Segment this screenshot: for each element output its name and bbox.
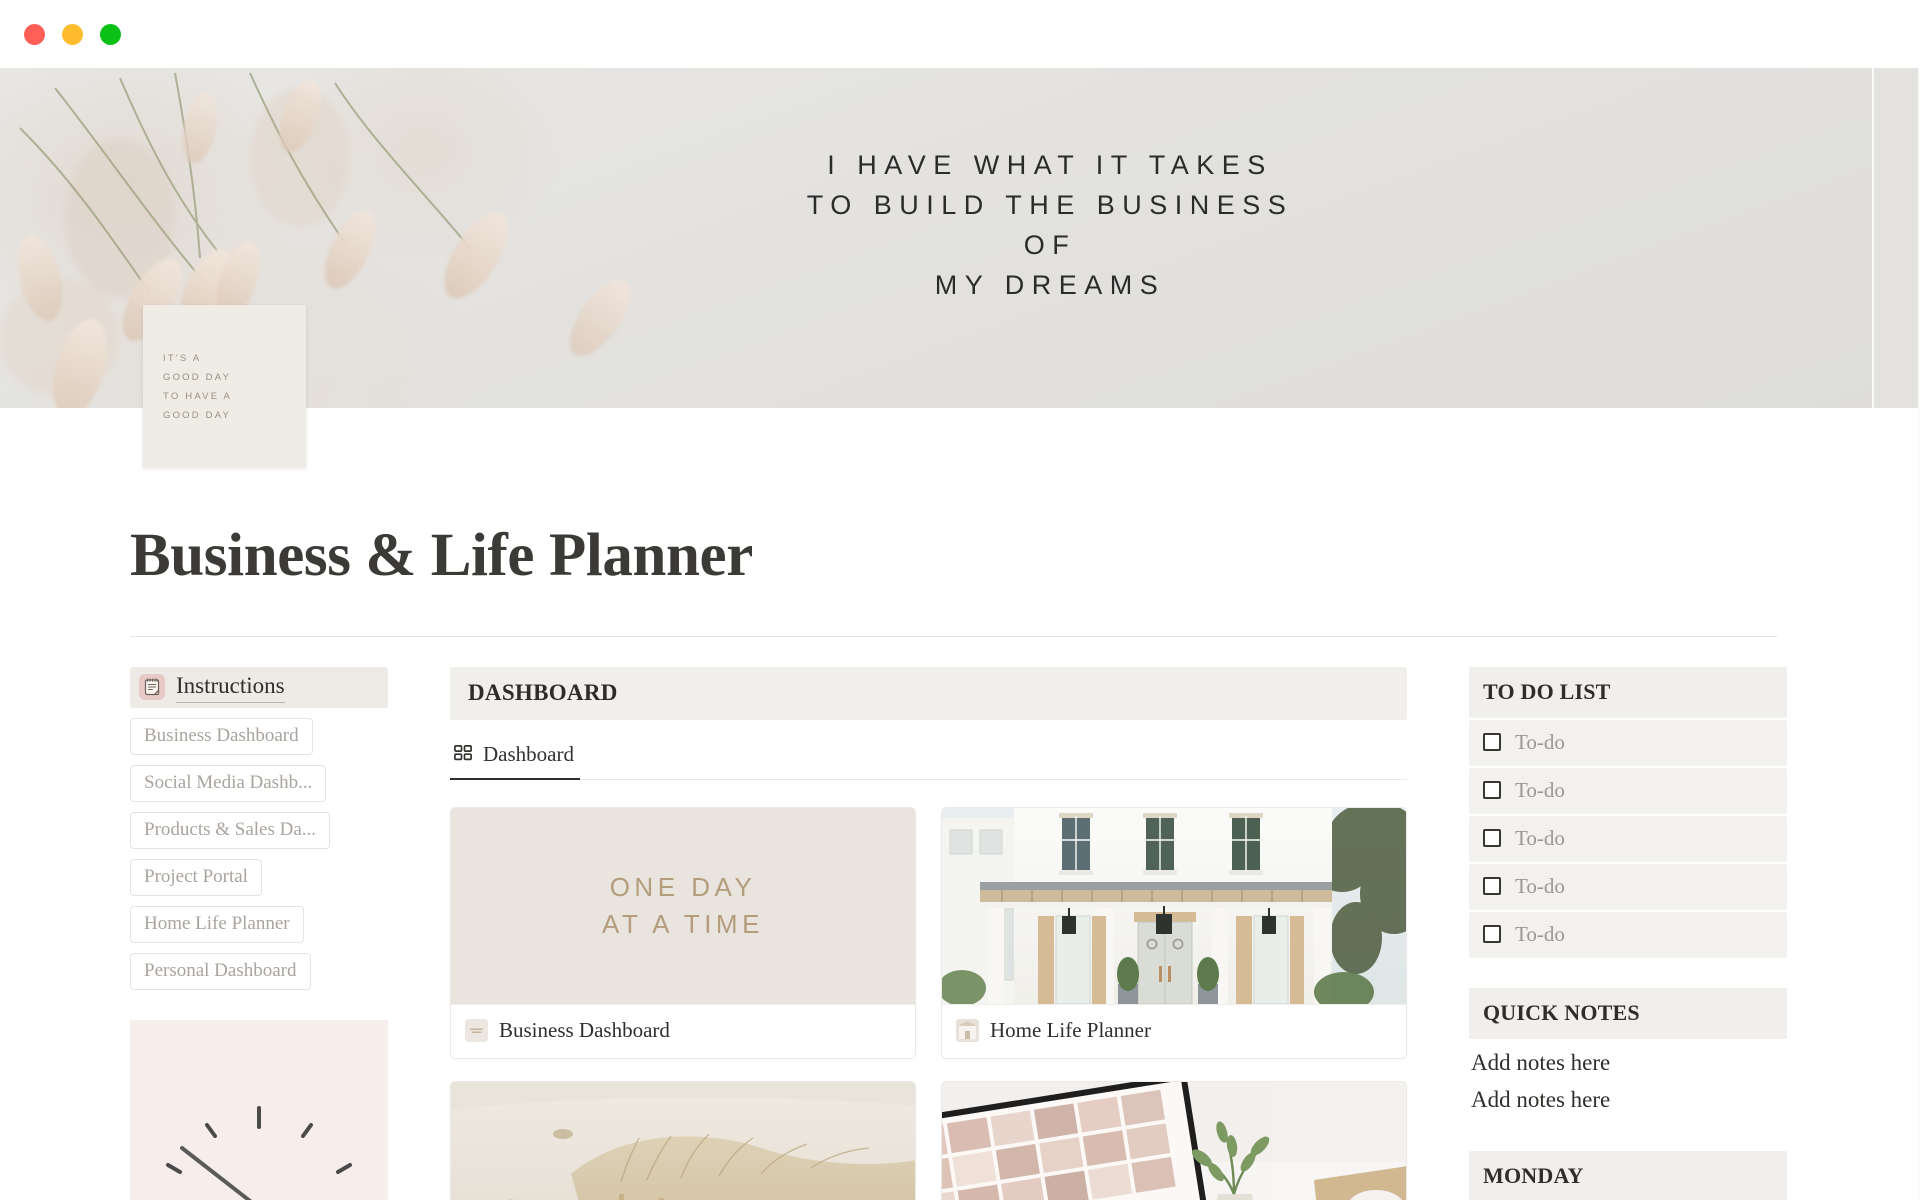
card-label: Home Life Planner (990, 1017, 1151, 1042)
rail-spacer (1469, 1113, 1787, 1151)
todo-item-label: To-do (1515, 921, 1565, 946)
dashboard-card-workspace[interactable] (941, 1080, 1407, 1200)
dashboard-section-header: DASHBOARD (450, 666, 1407, 720)
card-media-quote: ONE DAY AT A TIME (451, 807, 915, 1004)
sidebar-item-personal-dashboard[interactable]: Personal Dashboard (130, 952, 311, 990)
close-window-button[interactable] (24, 23, 45, 45)
card-footer: Home Life Planner (942, 1003, 1406, 1058)
clock-icon (166, 1105, 352, 1200)
todo-item[interactable]: To-do (1469, 815, 1787, 862)
tab-dashboard-label: Dashboard (483, 741, 574, 766)
dashboard-card-beach[interactable] (450, 1080, 916, 1200)
page-title: Business & Life Planner (130, 522, 753, 589)
todo-item[interactable]: To-do (1469, 767, 1787, 814)
sidebar-item-instructions-label: Instructions (176, 672, 285, 703)
hero-quote-text: I HAVE WHAT IT TAKES TO BUILD THE BUSINE… (806, 150, 1294, 300)
todo-item-label: To-do (1515, 873, 1565, 898)
content-columns: Instructions Business Dashboard Social M… (130, 666, 1790, 1200)
sidebar-nav-list: Business Dashboard Social Media Dashb...… (130, 708, 388, 990)
dashboard-card-grid: ONE DAY AT A TIME Business Dashboard Hom… (450, 806, 1407, 1200)
todo-checkbox[interactable] (1483, 829, 1501, 848)
card-quote-text: ONE DAY AT A TIME (602, 871, 764, 939)
sidebar-item-social-media-dashboard[interactable]: Social Media Dashb... (130, 764, 327, 802)
todo-item-label: To-do (1515, 777, 1565, 802)
hero-right-edge (1872, 68, 1920, 408)
sidebar-item-products-sales-dashboard[interactable]: Products & Sales Da... (130, 811, 331, 849)
tab-dashboard[interactable]: Dashboard (450, 738, 596, 780)
sidebar-clock-card (130, 1019, 388, 1200)
todo-item-label: To-do (1515, 729, 1565, 754)
sidebar-item-instructions[interactable]: Instructions (130, 666, 388, 708)
todo-item[interactable]: To-do (1469, 863, 1787, 910)
quick-note-line[interactable]: Add notes here (1469, 1076, 1787, 1113)
todo-list: To-do To-do To-do To-do To-do (1469, 719, 1787, 958)
todo-item-label: To-do (1515, 825, 1565, 850)
dashboard-section-title: DASHBOARD (468, 679, 618, 705)
todo-checkbox[interactable] (1483, 781, 1501, 800)
sidebar-item-project-portal[interactable]: Project Portal (130, 858, 262, 896)
todo-checkbox[interactable] (1483, 877, 1501, 896)
desk-workspace-photo (942, 1081, 1406, 1200)
main-content: DASHBOARD Dashboard ONE DAY AT A TIME Bu… (450, 666, 1407, 1200)
sidebar-item-home-life-planner[interactable]: Home Life Planner (130, 905, 304, 943)
dashboard-tabs: Dashboard (450, 738, 1407, 780)
minimize-window-button[interactable] (62, 23, 83, 45)
todo-item[interactable]: To-do (1469, 911, 1787, 958)
beach-dunes-photo (451, 1081, 915, 1200)
traffic-lights (24, 23, 121, 45)
card-media-house-photo (942, 807, 1406, 1004)
dashboard-card-business-dashboard[interactable]: ONE DAY AT A TIME Business Dashboard (450, 806, 916, 1059)
title-divider (130, 635, 1777, 637)
card-media-desk-photo (942, 1081, 1406, 1200)
house-photo (942, 807, 1406, 1004)
todo-checkbox[interactable] (1483, 733, 1501, 752)
monday-section-title: MONDAY (1469, 1150, 1787, 1200)
todo-list-title: TO DO LIST (1469, 666, 1787, 718)
grid-icon (454, 745, 472, 761)
rail-spacer (1469, 958, 1787, 988)
card-footer: Business Dashboard (451, 1003, 915, 1058)
todo-item[interactable]: To-do (1469, 719, 1787, 766)
notepad-icon (139, 674, 165, 701)
card-label: Business Dashboard (499, 1017, 670, 1042)
card-thumbnail-icon (956, 1018, 979, 1042)
sidebar: Instructions Business Dashboard Social M… (130, 666, 388, 1200)
sidebar-item-business-dashboard[interactable]: Business Dashboard (130, 717, 313, 755)
card-media-beach-photo (451, 1081, 915, 1200)
page-icon-text: IT'S A GOOD DAY TO HAVE A GOOD DAY (163, 352, 233, 421)
quick-note-line[interactable]: Add notes here (1469, 1039, 1787, 1076)
maximize-window-button[interactable] (100, 23, 121, 45)
window-titlebar (0, 0, 1920, 68)
dashboard-card-home-life-planner[interactable]: Home Life Planner (941, 806, 1407, 1059)
page-icon-card: IT'S A GOOD DAY TO HAVE A GOOD DAY (143, 305, 306, 468)
right-rail: TO DO LIST To-do To-do To-do To-do To-do… (1469, 666, 1787, 1200)
card-thumbnail-icon (465, 1018, 488, 1042)
todo-checkbox[interactable] (1483, 925, 1501, 944)
quick-notes-title: QUICK NOTES (1469, 987, 1787, 1039)
page-body: Business & Life Planner Instructions Bus… (0, 408, 1920, 1200)
